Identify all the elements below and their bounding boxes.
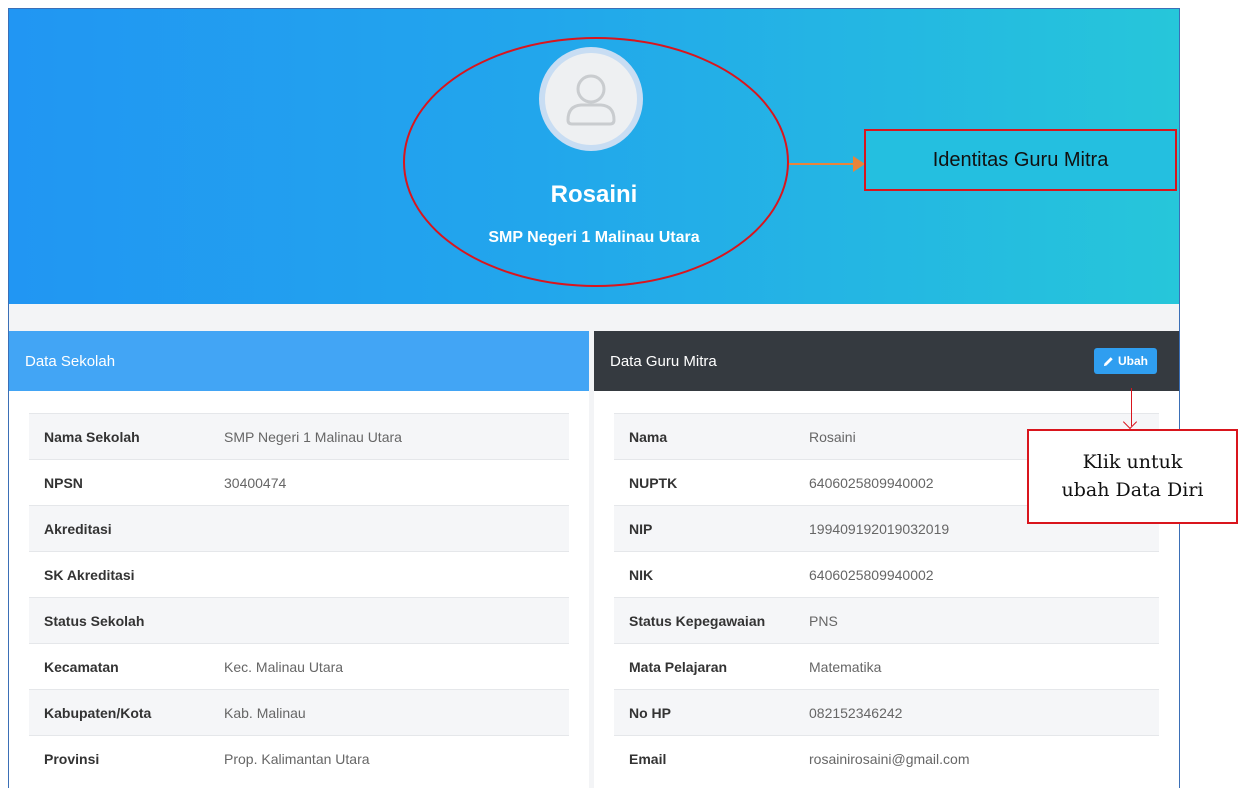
row-label: NIK (614, 551, 794, 598)
edit-callout-line1: Klik untuk (1082, 450, 1183, 473)
table-row: Nama Sekolah SMP Negeri 1 Malinau Utara (29, 413, 569, 460)
row-value (209, 551, 569, 598)
row-value: SMP Negeri 1 Malinau Utara (209, 413, 569, 460)
row-label: Nama (614, 413, 794, 460)
row-label: Mata Pelajaran (614, 643, 794, 690)
teacher-panel-header: Data Guru Mitra Ubah (594, 331, 1179, 391)
identity-highlight-ellipse (403, 37, 789, 287)
profile-header: Rosaini SMP Negeri 1 Malinau Utara Ident… (9, 9, 1179, 304)
row-value (209, 505, 569, 552)
table-row: NPSN 30400474 (29, 459, 569, 506)
row-value: Kab. Malinau (209, 689, 569, 736)
row-value: 082152346242 (794, 689, 1159, 736)
row-value: 30400474 (209, 459, 569, 506)
identity-arrow (789, 156, 865, 172)
table-row: No HP 082152346242 (614, 689, 1159, 736)
table-row: Status Sekolah (29, 597, 569, 644)
edit-button[interactable]: Ubah (1094, 348, 1157, 374)
table-row: SK Akreditasi (29, 551, 569, 598)
row-value: Matematika (794, 643, 1159, 690)
edit-callout-line2: ubah Data Diri (1061, 478, 1204, 501)
identity-callout: Identitas Guru Mitra (864, 129, 1177, 191)
row-label: Status Sekolah (29, 597, 209, 644)
school-data-panel: Data Sekolah Nama Sekolah SMP Negeri 1 Ma… (9, 331, 589, 788)
table-row: Email rosainirosaini@gmail.com (614, 735, 1159, 782)
row-value: Prop. Kalimantan Utara (209, 735, 569, 782)
school-data-table: Nama Sekolah SMP Negeri 1 Malinau Utara NP… (29, 413, 569, 782)
school-panel-title: Data Sekolah (25, 352, 116, 370)
pencil-icon (1103, 356, 1113, 366)
teacher-panel-title: Data Guru Mitra (610, 352, 717, 370)
table-row: Status Kepegawaian PNS (614, 597, 1159, 644)
school-panel-header: Data Sekolah (9, 331, 589, 391)
row-label: Akreditasi (29, 505, 209, 552)
table-row: Kecamatan Kec. Malinau Utara (29, 643, 569, 690)
edit-callout: Klik untuk ubah Data Diri (1027, 429, 1238, 524)
edit-arrow (1131, 388, 1132, 426)
row-value: PNS (794, 597, 1159, 644)
row-value (209, 597, 569, 644)
table-row: Provinsi Prop. Kalimantan Utara (29, 735, 569, 782)
row-label: No HP (614, 689, 794, 736)
table-row: Mata Pelajaran Matematika (614, 643, 1159, 690)
teacher-data-panel: Data Guru Mitra Ubah Nama Rosaini NUPTK 640… (594, 331, 1179, 788)
row-value: Kec. Malinau Utara (209, 643, 569, 690)
row-label: Kecamatan (29, 643, 209, 690)
table-row: Akreditasi (29, 505, 569, 552)
table-row: Kabupaten/Kota Kab. Malinau (29, 689, 569, 736)
row-label: Nama Sekolah (29, 413, 209, 460)
row-label: NUPTK (614, 459, 794, 506)
row-label: Email (614, 735, 794, 782)
row-value: rosainirosaini@gmail.com (794, 735, 1159, 782)
row-label: Provinsi (29, 735, 209, 782)
table-row: NIK 6406025809940002 (614, 551, 1159, 598)
row-label: SK Akreditasi (29, 551, 209, 598)
edit-button-label: Ubah (1118, 354, 1148, 368)
profile-page: Rosaini SMP Negeri 1 Malinau Utara Ident… (8, 8, 1180, 788)
row-label: NPSN (29, 459, 209, 506)
row-label: Status Kepegawaian (614, 597, 794, 644)
row-label: Kabupaten/Kota (29, 689, 209, 736)
row-label: NIP (614, 505, 794, 552)
row-value: 6406025809940002 (794, 551, 1159, 598)
